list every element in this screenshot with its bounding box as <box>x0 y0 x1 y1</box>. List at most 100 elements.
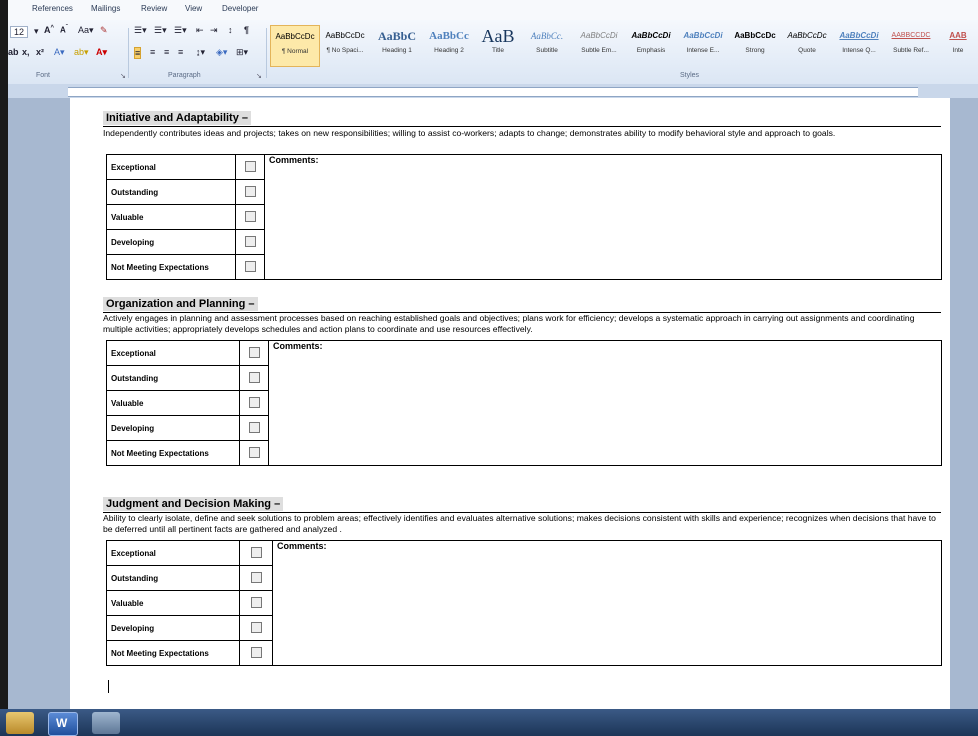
rating-label: Exceptional <box>106 154 236 180</box>
ribbon: 12 ▾ A^ Aˇ Aa▾ ✎ ab x, x² A▾ ab▾ A▾ Font… <box>8 20 978 85</box>
align-right-icon[interactable]: ≡ <box>164 47 169 57</box>
increase-indent-icon[interactable]: ⇥ <box>210 25 218 36</box>
subscript-icon[interactable]: x, <box>22 47 30 57</box>
justify-icon[interactable]: ≡ <box>178 47 183 57</box>
rating-checkbox[interactable] <box>235 154 265 180</box>
checkbox-icon[interactable] <box>244 235 256 247</box>
shrink-font-icon[interactable]: Aˇ <box>60 25 68 35</box>
checkbox-icon[interactable] <box>250 596 262 608</box>
line-spacing-icon[interactable]: ↨▾ <box>196 47 205 58</box>
style-intense-quote[interactable]: AaBbCcDi Intense Q... <box>834 25 884 65</box>
checkbox-icon[interactable] <box>244 160 256 172</box>
document-page[interactable]: Initiative and Adaptability – Independen… <box>70 98 950 709</box>
align-left-icon[interactable]: ≡ <box>134 47 142 59</box>
bullets-icon[interactable]: ☰▾ <box>134 25 147 36</box>
change-case-icon[interactable]: Aa▾ <box>78 25 94 36</box>
style-intense-reference[interactable]: AAB Inte <box>938 25 978 65</box>
checkbox-icon[interactable] <box>250 646 262 658</box>
checkbox-icon[interactable] <box>248 396 260 408</box>
style-title[interactable]: AaB Title <box>476 25 520 65</box>
grow-font-icon[interactable]: A^ <box>44 25 54 35</box>
rating-checkbox[interactable] <box>235 204 265 230</box>
rating-table: Exceptional Comments: Outstanding Valuab… <box>106 540 942 666</box>
multilevel-list-icon[interactable]: ☰▾ <box>174 25 187 36</box>
style-quote[interactable]: AaBbCcDc Quote <box>782 25 832 65</box>
sort-icon[interactable]: ↕ <box>228 25 233 35</box>
rating-checkbox[interactable] <box>239 390 269 416</box>
paint-app-icon[interactable] <box>92 712 120 734</box>
tab-review[interactable]: Review <box>141 4 167 13</box>
checkbox-icon[interactable] <box>248 446 260 458</box>
tab-mailings[interactable]: Mailings <box>91 4 120 13</box>
text-effects-icon[interactable]: A▾ <box>54 47 65 58</box>
rating-label: Outstanding <box>106 365 240 391</box>
numbering-icon[interactable]: ☰▾ <box>154 25 167 36</box>
style-subtle-reference[interactable]: AABBCCDC Subtle Ref... <box>886 25 936 65</box>
style-heading-1[interactable]: AaBbC Heading 1 <box>372 25 422 65</box>
section-title: Organization and Planning – <box>103 297 258 311</box>
checkbox-icon[interactable] <box>250 571 262 583</box>
font-size-dropdown-icon[interactable]: ▾ <box>34 26 39 37</box>
shading-icon[interactable]: ◈▾ <box>216 47 227 58</box>
horizontal-ruler[interactable] <box>8 84 978 98</box>
section-description: Ability to clearly isolate, define and s… <box>103 513 936 534</box>
rating-checkbox[interactable] <box>239 615 273 641</box>
ribbon-tab-bar: References Mailings Review View Develope… <box>8 0 978 21</box>
strikethrough-icon[interactable]: ab <box>8 47 19 57</box>
style-emphasis[interactable]: AaBbCcDi Emphasis <box>626 25 676 65</box>
align-center-icon[interactable]: ≡ <box>150 47 155 57</box>
rating-checkbox[interactable] <box>239 440 269 466</box>
style-subtitle[interactable]: AaBbCc. Subtitle <box>522 25 572 65</box>
rating-checkbox[interactable] <box>239 640 273 666</box>
show-formatting-marks-icon[interactable]: ¶ <box>244 25 249 35</box>
rating-label: Not Meeting Expectations <box>106 640 240 666</box>
style-strong[interactable]: AaBbCcDc Strong <box>730 25 780 65</box>
rating-checkbox[interactable] <box>239 415 269 441</box>
explorer-folder-icon[interactable] <box>6 712 34 734</box>
text-cursor <box>108 680 109 693</box>
checkbox-icon[interactable] <box>248 371 260 383</box>
rating-label: Valuable <box>106 204 236 230</box>
borders-icon[interactable]: ⊞▾ <box>236 47 248 58</box>
rating-label: Outstanding <box>106 565 240 591</box>
comments-cell[interactable]: Comments: <box>268 340 942 466</box>
style-normal[interactable]: AaBbCcDc ¶ Normal <box>270 25 320 67</box>
checkbox-icon[interactable] <box>244 185 256 197</box>
paragraph-dialog-launcher-icon[interactable]: ↘ <box>256 72 262 80</box>
rating-checkbox[interactable] <box>235 254 265 280</box>
rating-checkbox[interactable] <box>239 565 273 591</box>
font-size-box[interactable]: 12 <box>10 26 29 38</box>
rating-checkbox[interactable] <box>235 229 265 255</box>
rating-checkbox[interactable] <box>239 365 269 391</box>
rating-checkbox[interactable] <box>239 540 273 566</box>
comments-cell[interactable]: Comments: <box>264 154 942 280</box>
tab-view[interactable]: View <box>185 4 202 13</box>
checkbox-icon[interactable] <box>248 346 260 358</box>
group-separator <box>128 28 129 78</box>
decrease-indent-icon[interactable]: ⇤ <box>196 25 204 36</box>
style-no-spacing[interactable]: AaBbCcDc ¶ No Spaci... <box>320 25 370 65</box>
comments-cell[interactable]: Comments: <box>272 540 942 666</box>
checkbox-icon[interactable] <box>248 421 260 433</box>
word-app-icon[interactable]: W <box>48 712 78 736</box>
style-subtle-emphasis[interactable]: AaBbCcDi Subtle Em... <box>574 25 624 65</box>
rating-checkbox[interactable] <box>235 179 265 205</box>
superscript-icon[interactable]: x² <box>36 47 44 57</box>
rating-table: Exceptional Comments: Outstanding Valuab… <box>106 340 942 466</box>
font-color-icon[interactable]: A▾ <box>96 47 107 58</box>
font-dialog-launcher-icon[interactable]: ↘ <box>120 72 126 80</box>
checkbox-icon[interactable] <box>244 210 256 222</box>
style-intense-emphasis[interactable]: AaBbCcDi Intense E... <box>678 25 728 65</box>
rating-checkbox[interactable] <box>239 340 269 366</box>
checkbox-icon[interactable] <box>244 260 256 272</box>
section-title: Initiative and Adaptability – <box>103 111 252 125</box>
tab-references[interactable]: References <box>32 4 73 13</box>
checkbox-icon[interactable] <box>250 546 262 558</box>
style-heading-2[interactable]: AaBbCc Heading 2 <box>424 25 474 65</box>
highlight-icon[interactable]: ab▾ <box>74 47 89 58</box>
rating-checkbox[interactable] <box>239 590 273 616</box>
tab-developer[interactable]: Developer <box>222 4 258 13</box>
comments-label: Comments: <box>277 541 327 551</box>
clear-formatting-icon[interactable]: ✎ <box>100 25 108 36</box>
checkbox-icon[interactable] <box>250 621 262 633</box>
